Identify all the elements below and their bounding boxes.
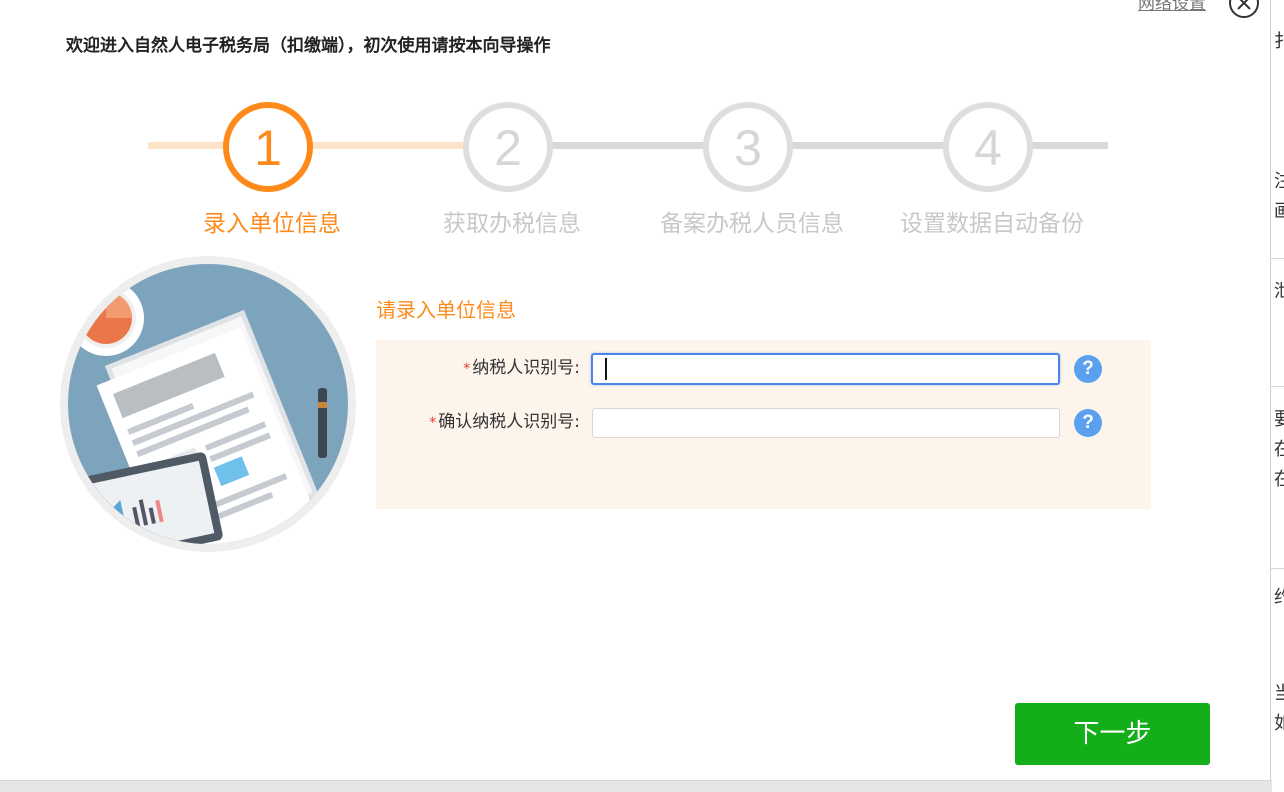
background-text-fragment: 在 xyxy=(1274,470,1284,490)
background-text-fragment: 如 xyxy=(1274,714,1284,734)
step-4-label: 设置数据自动备份 xyxy=(900,211,1084,237)
help-question-icon[interactable]: ? xyxy=(1074,409,1102,437)
next-step-button[interactable]: 下一步 xyxy=(1015,703,1210,765)
background-divider xyxy=(1271,258,1284,259)
background-text-fragment: 当 xyxy=(1274,684,1284,704)
background-window-strip: 扌 注 画 泄 要 在 在 约 当 如 xyxy=(1270,0,1284,792)
network-settings-link[interactable]: 网络设置 xyxy=(1138,0,1206,15)
required-asterisk: * xyxy=(463,361,471,377)
background-divider xyxy=(1271,386,1284,387)
step-2-label: 获取办税信息 xyxy=(443,211,581,237)
taxpayer-id-label: * 纳税人识别号: xyxy=(463,356,580,381)
help-question-icon[interactable]: ? xyxy=(1074,355,1102,383)
close-button[interactable] xyxy=(1229,0,1259,18)
setup-wizard-dialog: 扌 注 画 泄 要 在 在 约 当 如 网络设置 欢迎进入自然人电子税务局（扣缴… xyxy=(0,0,1284,792)
taxpayer-id-input[interactable] xyxy=(591,353,1060,385)
background-text-fragment: 泄 xyxy=(1274,282,1284,302)
confirm-taxpayer-id-input[interactable] xyxy=(592,408,1060,438)
required-asterisk: * xyxy=(429,415,437,431)
text-cursor xyxy=(605,358,607,380)
step-2-circle: 2 xyxy=(463,102,553,192)
step-3-label: 备案办税人员信息 xyxy=(660,211,844,237)
step-1-label: 录入单位信息 xyxy=(203,211,341,237)
form-title: 请录入单位信息 xyxy=(376,298,516,322)
welcome-message: 欢迎进入自然人电子税务局（扣缴端），初次使用请按本向导操作 xyxy=(66,36,551,56)
document-report-illustration xyxy=(60,256,356,552)
confirm-taxpayer-id-label: * 确认纳税人识别号: xyxy=(429,410,580,435)
step-1-circle: 1 xyxy=(223,102,313,192)
step-3-circle: 3 xyxy=(703,102,793,192)
background-text-fragment: 注 xyxy=(1274,172,1284,192)
background-text-fragment: 画 xyxy=(1274,202,1284,222)
background-text-fragment: 在 xyxy=(1274,440,1284,460)
taxpayer-id-label-text: 纳税人识别号: xyxy=(472,358,580,378)
step-4-circle: 4 xyxy=(943,102,1033,192)
background-text-fragment: 约 xyxy=(1274,588,1284,608)
confirm-taxpayer-id-label-text: 确认纳税人识别号: xyxy=(438,412,580,432)
background-text-fragment: 扌 xyxy=(1274,32,1284,52)
background-text-fragment: 要 xyxy=(1274,410,1284,430)
background-divider xyxy=(1271,568,1284,569)
close-icon xyxy=(1237,0,1251,10)
dialog-bottom-edge xyxy=(0,780,1272,792)
